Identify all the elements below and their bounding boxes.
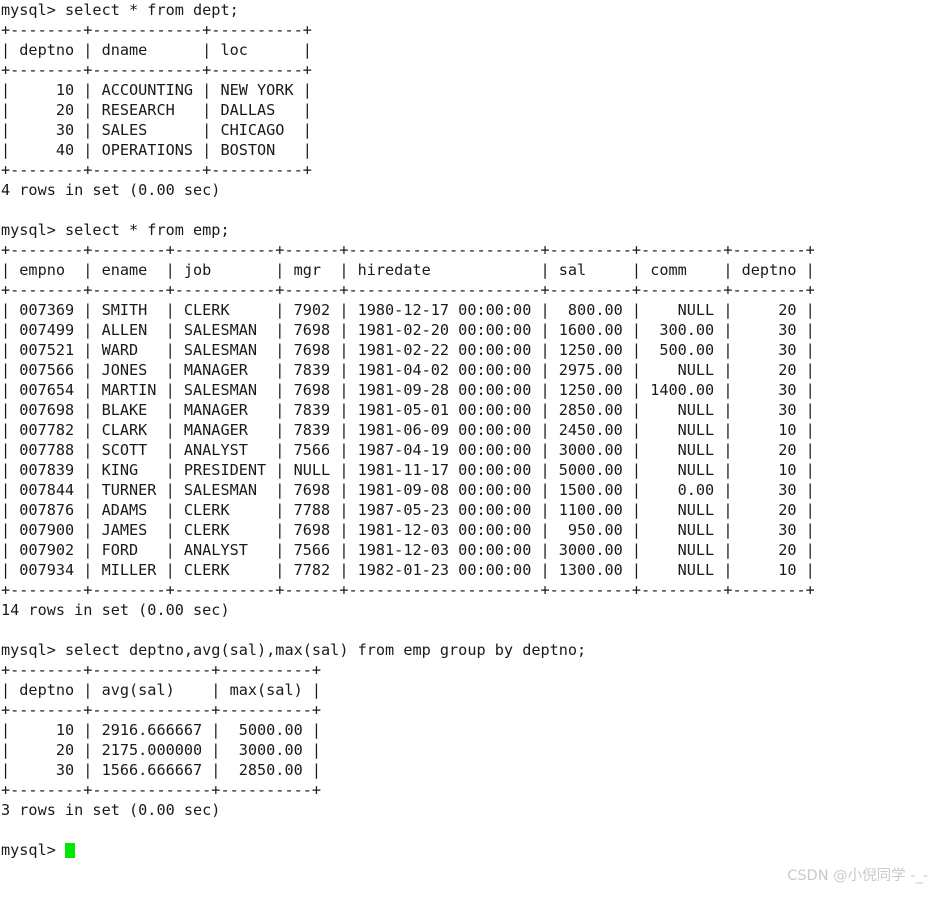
terminal-line: | 007844 | TURNER | SALESMAN | 7698 | 19… [1,481,815,499]
terminal-line: +--------+------------+----------+ [1,21,312,39]
terminal-line: mysql> select * from dept; [1,1,239,19]
terminal-line: | 30 | 1566.666667 | 2850.00 | [1,761,322,779]
terminal-line: | 10 | ACCOUNTING | NEW YORK | [1,81,312,99]
terminal-line: | 007698 | BLAKE | MANAGER | 7839 | 1981… [1,401,815,419]
terminal-line: | 20 | RESEARCH | DALLAS | [1,101,312,119]
terminal-line: | 007839 | KING | PRESIDENT | NULL | 198… [1,461,815,479]
terminal-line: | 20 | 2175.000000 | 3000.00 | [1,741,322,759]
csdn-watermark: CSDN @小倪同学 -_- [787,868,928,884]
terminal-line: | 007654 | MARTIN | SALESMAN | 7698 | 19… [1,381,815,399]
prompt-label: mysql> [1,841,66,859]
terminal-line: 14 rows in set (0.00 sec) [1,601,230,619]
terminal-line: mysql> select deptno,avg(sal),max(sal) f… [1,641,587,659]
terminal-line: 4 rows in set (0.00 sec) [1,181,221,199]
terminal-output: mysql> select * from dept; +--------+----… [0,0,942,840]
terminal-window[interactable]: mysql> select * from dept; +--------+----… [0,0,942,899]
terminal-line: mysql> select * from emp; [1,221,230,239]
terminal-line: | empno | ename | job | mgr | hiredate |… [1,261,815,279]
terminal-line: | deptno | dname | loc | [1,41,312,59]
terminal-line: | 007782 | CLARK | MANAGER | 7839 | 1981… [1,421,815,439]
terminal-line: +--------+-------------+----------+ [1,661,322,679]
terminal-line: | 007499 | ALLEN | SALESMAN | 7698 | 198… [1,321,815,339]
terminal-line: +--------+------------+----------+ [1,161,312,179]
terminal-line: | 007900 | JAMES | CLERK | 7698 | 1981-1… [1,521,815,539]
terminal-line: +--------+-------------+----------+ [1,781,322,799]
terminal-line: | deptno | avg(sal) | max(sal) | [1,681,322,699]
terminal-line: +--------+-------------+----------+ [1,701,322,719]
terminal-line: | 007876 | ADAMS | CLERK | 7788 | 1987-0… [1,501,815,519]
terminal-line: 3 rows in set (0.00 sec) [1,801,221,819]
terminal-prompt-line[interactable]: mysql> [0,840,942,860]
terminal-line: | 007788 | SCOTT | ANALYST | 7566 | 1987… [1,441,815,459]
terminal-line: | 10 | 2916.666667 | 5000.00 | [1,721,322,739]
terminal-line: | 007521 | WARD | SALESMAN | 7698 | 1981… [1,341,815,359]
terminal-line: | 007566 | JONES | MANAGER | 7839 | 1981… [1,361,815,379]
terminal-line: | 007934 | MILLER | CLERK | 7782 | 1982-… [1,561,815,579]
terminal-line: | 007902 | FORD | ANALYST | 7566 | 1981-… [1,541,815,559]
terminal-line: | 40 | OPERATIONS | BOSTON | [1,141,312,159]
terminal-line: +--------+------------+----------+ [1,61,312,79]
text-cursor [65,842,76,858]
terminal-line: +--------+--------+-----------+------+--… [1,581,815,599]
terminal-line: +--------+--------+-----------+------+--… [1,241,815,259]
terminal-line: +--------+--------+-----------+------+--… [1,281,815,299]
terminal-line: | 007369 | SMITH | CLERK | 7902 | 1980-1… [1,301,815,319]
terminal-line: | 30 | SALES | CHICAGO | [1,121,312,139]
